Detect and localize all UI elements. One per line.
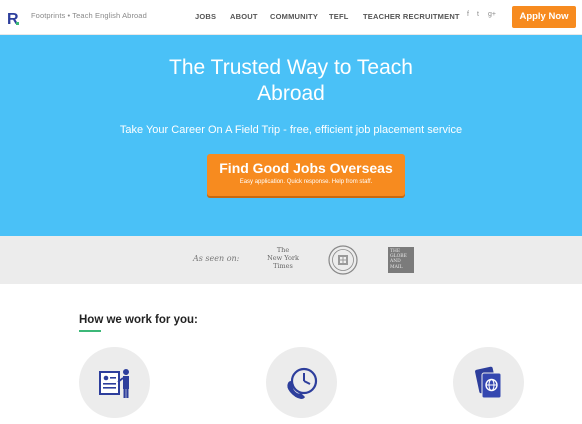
nav-teacher-recruitment[interactable]: TEACHER RECRUITMENT [363, 12, 460, 21]
phone-clock-icon [287, 367, 318, 399]
nyt-logo: The New York Times [266, 246, 300, 270]
university-seal-icon [328, 245, 358, 275]
cta-title: Find Good Jobs Overseas [219, 160, 393, 176]
hero-title: The Trusted Way to Teach Abroad [0, 55, 582, 107]
twitter-icon[interactable]: t [477, 11, 479, 18]
cta-subtitle: Easy application. Quick response. Help f… [239, 179, 373, 185]
how-we-work-heading: How we work for you: [79, 314, 198, 326]
nav-tefl[interactable]: TEFL [329, 12, 349, 21]
hero-title-line-1: The Trusted Way to Teach [169, 56, 413, 79]
nav-about[interactable]: ABOUT [230, 12, 258, 21]
nyt-line: Times [273, 262, 293, 270]
nav-community[interactable]: COMMUNITY [270, 12, 318, 21]
nyt-line: The [276, 246, 290, 254]
hero-subtitle: Take Your Career On A Field Trip - free,… [119, 124, 463, 136]
logo-r-icon[interactable]: R [7, 9, 19, 27]
globe-and-mail-logo: THE GLOBE AND MAIL [388, 247, 414, 273]
site-header: R Footprints • Teach English Abroad JOBS… [0, 0, 582, 35]
nav-jobs[interactable]: JOBS [195, 12, 216, 21]
hero-section: The Trusted Way to Teach Abroad Take You… [0, 35, 582, 236]
apply-now-button[interactable]: Apply Now [512, 6, 576, 28]
find-jobs-button[interactable]: Find Good Jobs Overseas Easy application… [207, 154, 405, 196]
google-plus-icon[interactable]: g+ [488, 11, 496, 18]
brand-tagline[interactable]: Footprints • Teach English Abroad [31, 11, 147, 20]
facebook-icon[interactable]: f [467, 11, 469, 18]
nyt-line: New York [267, 254, 299, 262]
step-circle-travel [453, 347, 524, 418]
press-band: As seen on: The New York Times THE GLOBE… [0, 236, 582, 284]
heading-underline [79, 330, 101, 332]
globe-line: MAIL [390, 264, 403, 270]
resume-presentation-icon [99, 369, 129, 398]
hero-title-line-2: Abroad [257, 82, 325, 105]
as-seen-on-label: As seen on: [193, 254, 240, 263]
step-circle-call [266, 347, 337, 418]
step-circle-apply [79, 347, 150, 418]
passport-icon [475, 366, 502, 399]
